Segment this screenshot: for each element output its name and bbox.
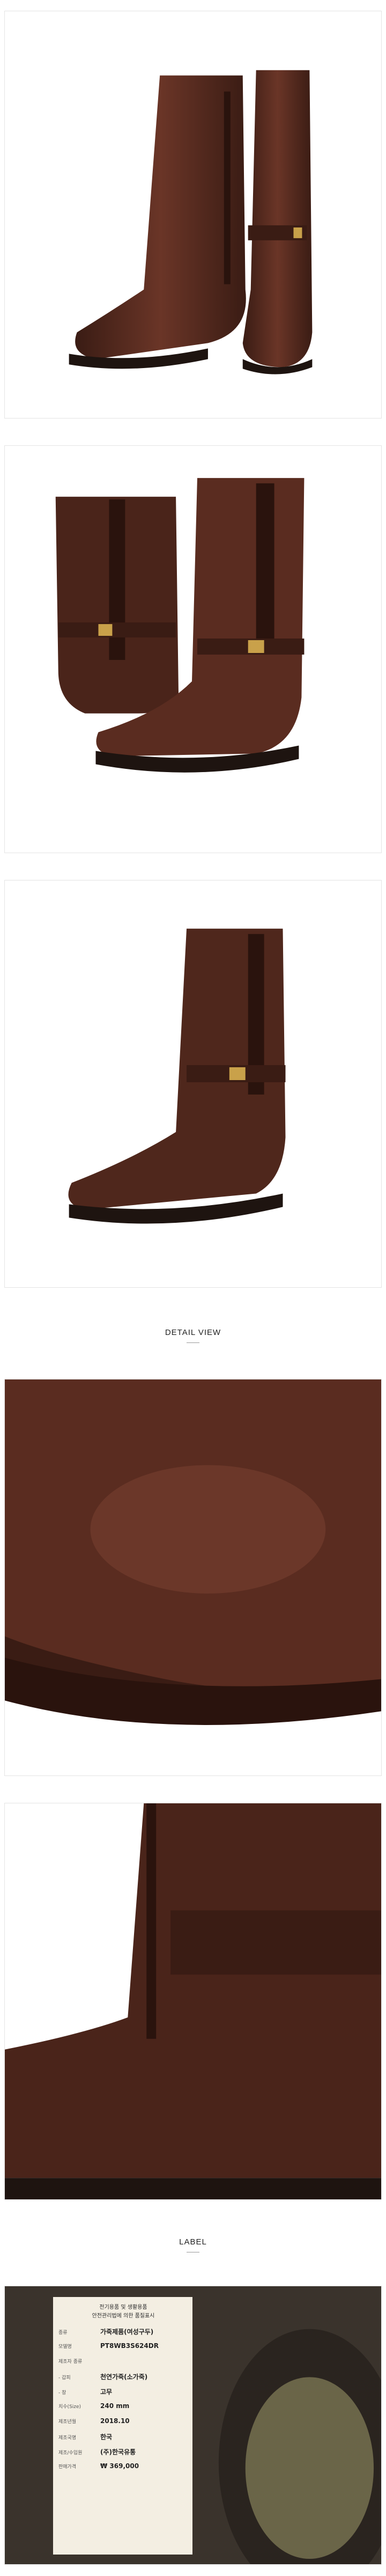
- label-title-2: 안전관리법에 의한 품질표시: [92, 2313, 155, 2319]
- label-key: 모델명: [58, 2344, 72, 2350]
- label-row: 모델명 PT8WB3S624DR: [58, 2342, 188, 2350]
- label-key: 제조국명: [58, 2435, 77, 2441]
- label-value: PT8WB3S624DR: [100, 2342, 159, 2350]
- label-row: 종류 가죽제품(여성구두): [58, 2327, 188, 2336]
- product-photo-3: [4, 880, 382, 1288]
- label-row: - 창 고무: [58, 2387, 188, 2396]
- quality-label: 전기용품 및 생활용품 안전관리법에 의한 품질표시 종류 가죽제품(여성구두) …: [53, 2297, 192, 2555]
- label-title-1: 전기용품 및 생활용품: [99, 2305, 147, 2310]
- label-row: - 갑피 천연가죽(소가죽): [58, 2372, 188, 2381]
- label-row: 제조자 종류: [58, 2357, 188, 2365]
- label-value: 한국: [100, 2433, 113, 2441]
- label-key: 제조년월: [58, 2419, 77, 2425]
- detail-photo-toe: [4, 1379, 382, 1776]
- label-row: 제조년월 2018.10: [58, 2417, 188, 2425]
- label-key: 제조자 종류: [58, 2359, 83, 2365]
- label-key: 종류: [58, 2330, 68, 2336]
- label-photo: 전기용품 및 생활용품 안전관리법에 의한 품질표시 종류 가죽제품(여성구두) …: [4, 2286, 382, 2565]
- label-row: 판매가격 ₩ 369,000: [58, 2462, 188, 2470]
- product-photo-2: [4, 445, 382, 853]
- detail-view-divider: [187, 1342, 199, 1343]
- label-heading: LABEL: [179, 2237, 207, 2247]
- product-photo-1: [4, 11, 382, 419]
- label-value: 고무: [100, 2388, 113, 2396]
- label-key: - 창: [58, 2390, 66, 2396]
- label-key: 제조/수입원: [58, 2450, 83, 2456]
- label-value: (주)한국유통: [100, 2448, 136, 2456]
- label-key: - 갑피: [58, 2375, 71, 2381]
- detail-photo-heel: [4, 1803, 382, 2200]
- label-row: 제조/수입원 (주)한국유통: [58, 2447, 188, 2456]
- label-row: 제조국명 한국: [58, 2432, 188, 2441]
- detail-view-heading: DETAIL VIEW: [165, 1328, 221, 1337]
- label-value: 천연가죽(소가죽): [100, 2373, 148, 2381]
- label-value: 240 mm: [100, 2402, 130, 2410]
- label-key: 치수(Size): [58, 2404, 81, 2410]
- label-row: 치수(Size) 240 mm: [58, 2402, 188, 2410]
- label-value: 가죽제품(여성구두): [100, 2328, 154, 2336]
- label-value: ₩ 369,000: [100, 2462, 139, 2470]
- label-key: 판매가격: [58, 2464, 77, 2470]
- label-value: 2018.10: [100, 2417, 130, 2425]
